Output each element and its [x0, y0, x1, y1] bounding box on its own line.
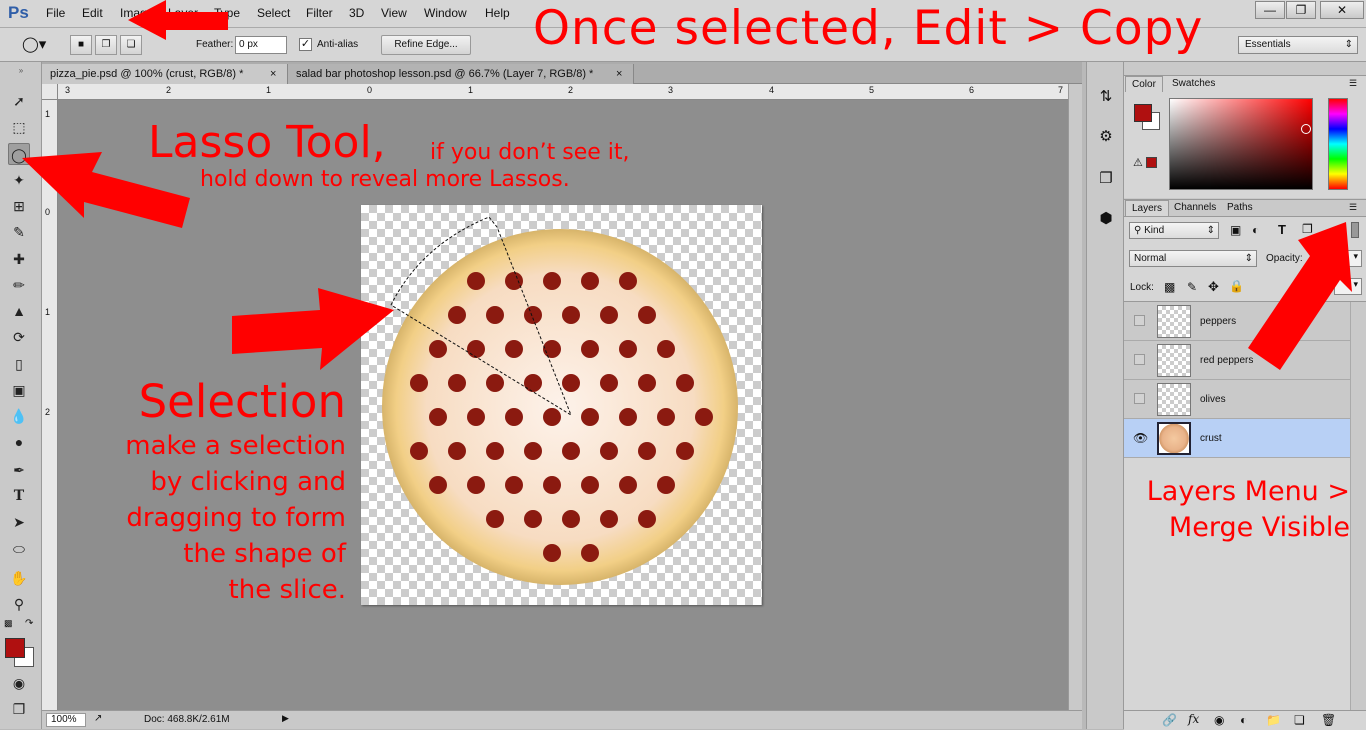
- annotation-selection-line: dragging to form: [126, 503, 346, 533]
- annotation-selection-line: the slice.: [228, 575, 346, 605]
- annotation-selection-title: Selection: [138, 375, 346, 428]
- arrow-to-edit-menu: [128, 0, 228, 40]
- annotation-selection-line: make a selection: [125, 431, 346, 461]
- annotation-selection-body: make a selection by clicking and draggin…: [60, 428, 346, 608]
- annotation-selection-line: by clicking and: [150, 467, 346, 497]
- annotation-top: Once selected, Edit > Copy: [533, 1, 1204, 56]
- annotation-selection-line: the shape of: [183, 539, 346, 569]
- annotation-layers-line2: Merge Visible: [1168, 512, 1350, 543]
- annotation-lasso-title: Lasso Tool,: [148, 117, 386, 168]
- annotation-lasso-sub1: if you don’t see it,: [430, 140, 630, 165]
- annotation-arrows: [22, 0, 1352, 370]
- annotation-layers: Layers Menu > Merge Visible: [1130, 474, 1350, 546]
- arrow-to-selection: [232, 288, 394, 370]
- annotation-lasso-sub2: hold down to reveal more Lassos.: [200, 167, 570, 192]
- annotation-layers-line1: Layers Menu >: [1146, 476, 1350, 507]
- arrow-to-layers-menu: [1248, 222, 1352, 370]
